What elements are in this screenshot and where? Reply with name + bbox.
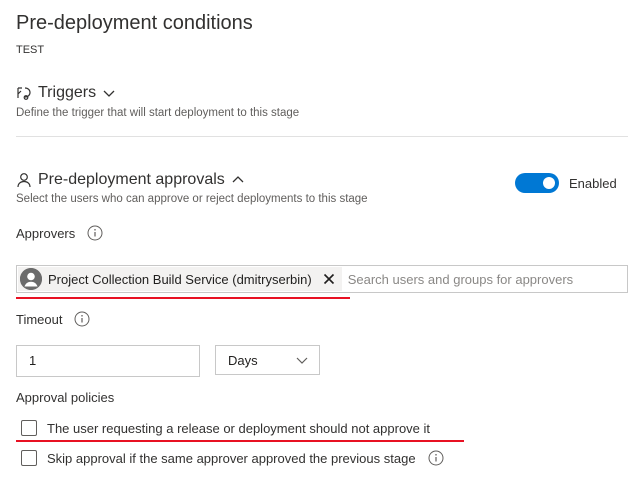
approvers-label: Approvers	[16, 225, 76, 241]
section-divider	[16, 136, 628, 137]
timeout-unit-value: Days	[228, 352, 258, 368]
timeout-unit-dropdown[interactable]: Days	[215, 345, 320, 375]
page-title: Pre-deployment conditions	[16, 12, 253, 34]
timeout-label: Timeout	[16, 311, 63, 327]
highlight-underline	[16, 440, 464, 442]
policy-row[interactable]: The user requesting a release or deploym…	[21, 420, 430, 436]
approver-picker: Project Collection Build Service (dmitry…	[16, 265, 628, 293]
toggle-label: Enabled	[569, 175, 617, 191]
close-icon[interactable]	[322, 272, 336, 286]
approvals-enabled-toggle[interactable]	[515, 173, 559, 193]
stage-name: TEST	[16, 44, 45, 56]
chevron-up-icon[interactable]	[231, 173, 245, 187]
policy-label: Skip approval if the same approver appro…	[47, 450, 416, 466]
approvals-header[interactable]: Pre-deployment approvals	[16, 171, 245, 189]
person-icon	[16, 172, 32, 188]
approver-chip: Project Collection Build Service (dmitry…	[18, 267, 342, 291]
toggle-knob	[543, 177, 555, 189]
info-icon[interactable]	[87, 225, 103, 241]
chevron-down-icon	[295, 353, 309, 367]
approvals-title: Pre-deployment approvals	[38, 171, 225, 188]
approvals-toggle-group: Enabled	[515, 173, 617, 193]
info-icon[interactable]	[74, 311, 90, 327]
policy-checkbox[interactable]	[21, 450, 37, 466]
chevron-down-icon[interactable]	[102, 86, 116, 100]
timeout-input[interactable]	[29, 346, 189, 374]
info-icon[interactable]	[428, 450, 444, 466]
timeout-label-row: Timeout	[16, 311, 90, 327]
policy-row[interactable]: Skip approval if the same approver appro…	[21, 450, 444, 466]
approver-search-input[interactable]	[347, 271, 627, 287]
triggers-description: Define the trigger that will start deplo…	[16, 107, 300, 119]
approvers-label-row: Approvers	[16, 225, 103, 241]
highlight-underline	[16, 297, 350, 299]
approvals-description: Select the users who can approve or reje…	[16, 193, 368, 205]
approver-name: Project Collection Build Service (dmitry…	[48, 271, 312, 287]
triggers-title: Triggers	[38, 84, 97, 101]
policies-label: Approval policies	[16, 390, 115, 405]
policy-checkbox[interactable]	[21, 420, 37, 436]
trigger-icon	[16, 85, 32, 101]
triggers-header[interactable]: Triggers	[16, 84, 116, 102]
avatar	[20, 268, 42, 290]
timeout-input-box	[16, 345, 200, 377]
policy-label: The user requesting a release or deploym…	[47, 420, 431, 436]
